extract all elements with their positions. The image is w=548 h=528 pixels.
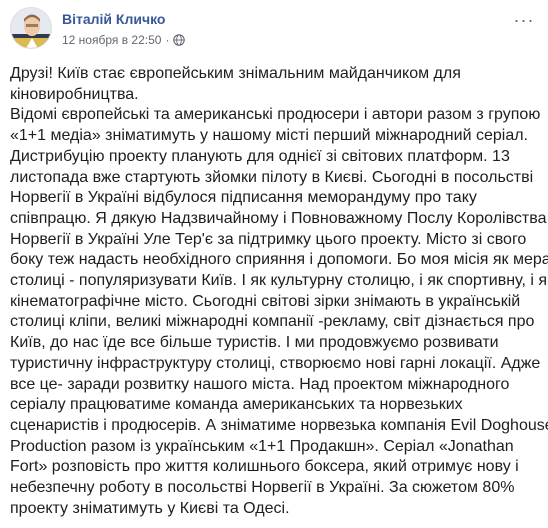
post-text-line: «1+1 медіа» зніматимуть у нашому місті п… [10,127,528,145]
post-text-line: серіалу працюватиме команда американськи… [10,396,463,414]
post-text-line: Fort» розповість про життя колишнього бо… [10,458,519,476]
post-text-line: кіновиробництва. [10,85,139,103]
post-text: Друзі! Київ стає європейським знімальним… [10,64,548,519]
post-text-line: туристичну інфраструктуру столиці, створ… [10,354,541,372]
post-text-line: Київ, до нас їде все більше туристів. І … [10,334,499,352]
post-text-line: столиці кліпи, великі міжнародні компані… [10,313,535,331]
more-options-icon[interactable]: ··· [512,10,536,30]
post-text-line: Друзі! Київ стає європейським знімальним… [10,65,461,82]
globe-icon[interactable] [173,34,186,46]
post-text-line: Відомі європейські та американські продю… [10,106,541,124]
post-meta: 12 ноября в 22:50 · [62,33,186,47]
post-text-line: Production разом із українським «1+1 Про… [10,437,514,455]
post-text-line: листопада вже стартують зйомки пілоту в … [10,168,534,186]
post-text-line: Норвегії в Україні Уле Тер'є за підтримк… [10,230,527,248]
meta-separator: · [165,33,170,47]
post-text-line: Норвегії в Україні відбулося підписання … [10,189,477,207]
facebook-post: Віталій Кличко 12 ноября в 22:50 · ··· Д… [0,0,548,528]
avatar-portrait-icon [11,8,51,48]
post-text-line: сценаристів і продюсерів. А зніматиме но… [10,416,548,434]
post-timestamp[interactable]: 12 ноября в 22:50 [62,33,161,47]
author-name-link[interactable]: Віталій Кличко [62,11,165,27]
author-avatar[interactable] [10,7,52,49]
post-text-line: кінематографічне місто. Сьогодні світові… [10,292,521,310]
post-text-line: небезпечну роботу в посольстві Норвегії … [10,479,515,497]
post-text-line: співпрацю. Я дякую Надзвичайному і Повно… [10,209,547,227]
post-text-line: Дистрибуцію проекту планують для однієї … [10,147,510,165]
post-text-line: боку теж надасть необхідного сприяння і … [10,251,548,269]
post-header: Віталій Кличко 12 ноября в 22:50 · ··· [10,7,538,57]
post-text-line: столиці - популяризувати Київ. І як куль… [10,272,548,290]
post-text-line: все це- заради розвитку нашого міста. На… [10,375,510,393]
post-text-line: проекту зніматимуть у Києві та Одесі. [10,499,290,517]
